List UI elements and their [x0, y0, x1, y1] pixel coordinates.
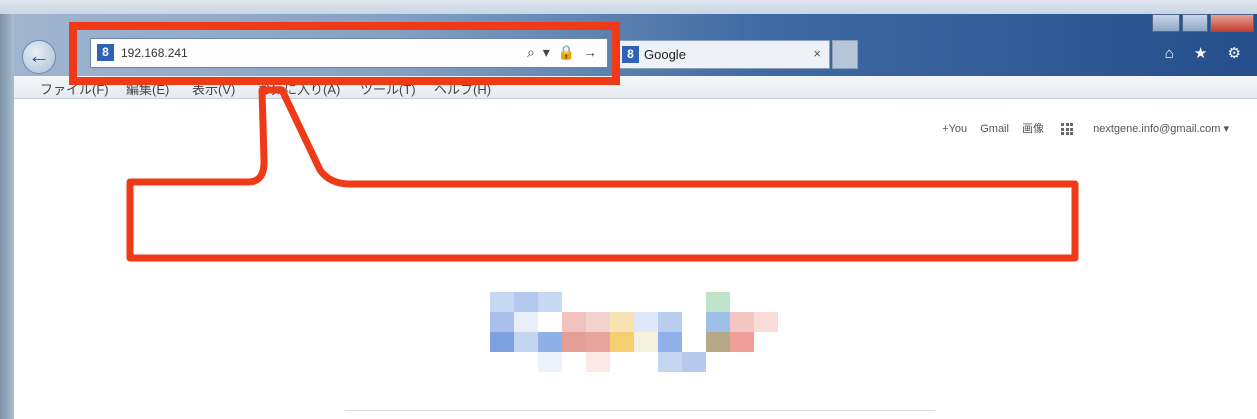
site-favicon-icon: 8: [97, 44, 114, 61]
google-top-bar: +You Gmail 画像 nextgene.info@gmail.com ▾: [932, 120, 1229, 136]
menu-bar: ファイル(F) 編集(E) 表示(V) お気に入り(A) ツール(T) ヘルプ(…: [14, 76, 1257, 99]
window-frame-left: [0, 14, 14, 419]
account-link[interactable]: nextgene.info@gmail.com ▾: [1093, 123, 1229, 135]
tab-google[interactable]: 8 Google ×: [615, 40, 830, 69]
address-bar[interactable]: 8 192.168.241 ⌕ ▾ 🔒 →: [90, 38, 608, 68]
menu-view[interactable]: 表示(V): [192, 79, 235, 98]
images-link[interactable]: 画像: [1022, 123, 1044, 135]
menu-file[interactable]: ファイル(F): [40, 79, 109, 98]
close-window-button[interactable]: [1210, 14, 1254, 32]
callout-bubble: [126, 86, 1079, 262]
tab-favicon-icon: 8: [622, 46, 639, 63]
google-logo-blurred: [490, 292, 790, 404]
maximize-button[interactable]: [1182, 14, 1208, 32]
menu-edit[interactable]: 編集(E): [126, 79, 169, 98]
menu-favorites[interactable]: お気に入り(A): [258, 79, 340, 98]
menu-tools[interactable]: ツール(T): [360, 79, 416, 98]
apps-grid-icon[interactable]: [1061, 123, 1074, 136]
google-plus-link[interactable]: +You: [942, 123, 967, 135]
menu-help[interactable]: ヘルプ(H): [434, 79, 491, 98]
window-frame-top: [0, 0, 1257, 14]
address-input[interactable]: 192.168.241: [121, 46, 188, 60]
gmail-link[interactable]: Gmail: [980, 123, 1009, 135]
address-tools[interactable]: ⌕ ▾ 🔒 →: [527, 44, 599, 61]
search-box-edge: [345, 410, 935, 411]
tab-close-icon[interactable]: ×: [813, 46, 821, 61]
back-button[interactable]: ←: [22, 40, 56, 74]
window-controls: [1152, 14, 1257, 34]
minimize-button[interactable]: [1152, 14, 1180, 32]
tab-title: Google: [644, 47, 686, 62]
new-tab-button[interactable]: [832, 40, 858, 69]
toolbar-icons[interactable]: ⌂ ★ ⚙: [1165, 44, 1249, 62]
